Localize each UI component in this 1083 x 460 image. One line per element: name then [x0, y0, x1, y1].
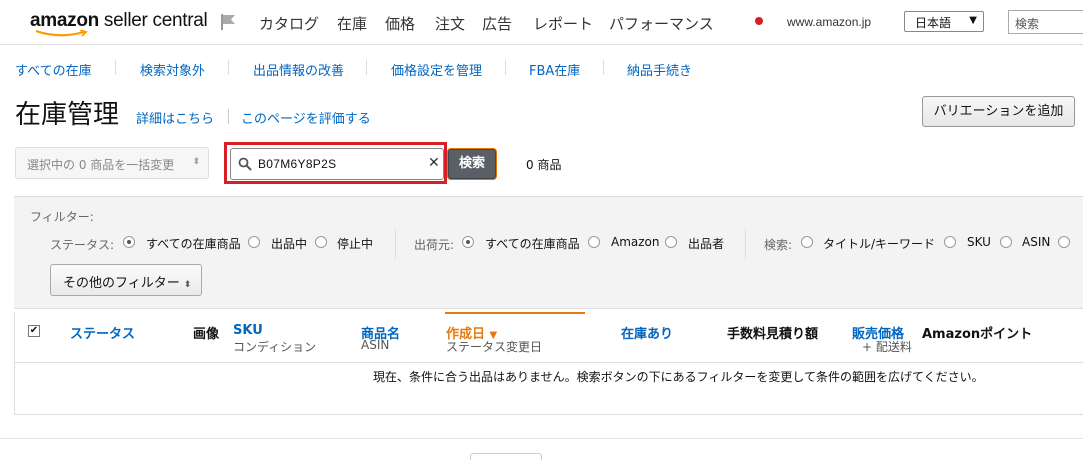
language-select[interactable]: 日本語 ▼ — [904, 11, 984, 32]
bulk-action-label: 選択中の 0 商品を一括変更 — [27, 158, 175, 172]
dropdown-arrow-icon: ▼ — [969, 15, 977, 26]
search-filter-label: 検索: — [764, 238, 793, 252]
status-radio-inactive[interactable] — [315, 236, 327, 248]
select-all-checkbox[interactable]: ✔ — [28, 325, 40, 337]
logo-seller-central-text: seller central — [98, 10, 208, 31]
search-button[interactable]: 検索 — [448, 149, 496, 179]
japan-flag-icon — [752, 14, 766, 28]
rate-page-link[interactable]: このページを評価する — [241, 108, 371, 127]
status-radio-all[interactable] — [123, 236, 135, 248]
subnav-suppressed[interactable]: 検索対象外 — [140, 60, 205, 79]
fulfillment-option-all[interactable]: すべての在庫商品 — [485, 235, 580, 252]
more-filters-button[interactable]: その他のフィルター ⬍ — [50, 264, 202, 296]
column-sku-sub: コンディション — [233, 340, 317, 354]
empty-results-message: 現在、条件に合う出品はありません。検索ボタンの下にあるフィルターを変更して条件の… — [373, 370, 984, 384]
subnav-fix-listings[interactable]: 出品情報の改善 — [253, 60, 344, 79]
nav-advertising[interactable]: 広告 — [482, 13, 512, 34]
column-sku[interactable]: SKU — [233, 323, 263, 338]
fulfillment-option-amazon[interactable]: Amazon — [611, 235, 660, 249]
column-image: 画像 — [193, 327, 220, 342]
search-option-asin[interactable]: ASIN — [1022, 235, 1050, 249]
bulk-action-select[interactable]: 選択中の 0 商品を一括変更 ⬍ — [15, 147, 209, 179]
language-value: 日本語 — [915, 16, 952, 30]
sort-indicator-bar — [445, 312, 585, 314]
clear-icon[interactable]: ✕ — [428, 155, 440, 171]
status-option-inactive[interactable]: 停止中 — [337, 235, 373, 252]
column-fee-estimate: 手数料見積り額 — [727, 327, 819, 342]
nav-pricing[interactable]: 価格 — [385, 13, 415, 34]
status-option-all[interactable]: すべての在庫商品 — [146, 235, 241, 252]
subnav-shipments[interactable]: 納品手続き — [627, 60, 692, 79]
global-search-input[interactable]: 検索 — [1008, 10, 1083, 34]
column-status-change-sub: ステータス変更日 — [446, 340, 543, 354]
learn-more-link[interactable]: 詳細はこちら — [136, 108, 214, 127]
amazon-smile-icon — [35, 30, 88, 37]
column-shipping-sub: + 配送料 — [862, 340, 912, 354]
updown-arrow-icon: ⬍ — [192, 157, 200, 167]
subnav-divider — [366, 60, 367, 75]
status-option-active[interactable]: 出品中 — [271, 235, 307, 252]
more-filters-label: その他のフィルター — [63, 276, 180, 291]
column-asin-sub: ASIN — [361, 338, 390, 352]
footer-divider — [0, 438, 1083, 439]
add-variation-button[interactable]: バリエーションを追加 — [922, 96, 1075, 127]
logo-amazon-text: amazon — [30, 10, 99, 31]
subnav-all-inventory[interactable]: すべての在庫 — [15, 60, 92, 79]
page-title: 在庫管理 — [15, 100, 120, 130]
nav-reports[interactable]: レポート — [533, 13, 593, 34]
filter-divider — [745, 229, 746, 259]
search-option-sku[interactable]: SKU — [967, 235, 991, 249]
seller-central-logo[interactable]: amazon seller central — [30, 10, 208, 32]
search-value: B07M6Y8P2S — [258, 157, 337, 171]
status-radio-active[interactable] — [248, 236, 260, 248]
search-icon — [238, 157, 252, 171]
subnav-divider — [505, 60, 506, 75]
nav-orders[interactable]: 注文 — [435, 13, 465, 34]
nav-inventory[interactable]: 在庫 — [337, 13, 367, 34]
subnav-manage-pricing[interactable]: 価格設定を管理 — [391, 60, 482, 79]
result-count: 0 商品 — [526, 158, 562, 172]
fulfillment-radio-all[interactable] — [462, 236, 474, 248]
fulfillment-radio-merchant[interactable] — [665, 236, 677, 248]
search-radio-title[interactable] — [801, 236, 813, 248]
subnav-divider — [603, 60, 604, 75]
subnav-divider — [228, 60, 229, 75]
column-in-stock[interactable]: 在庫あり — [621, 323, 673, 342]
nav-performance[interactable]: パフォーマンス — [609, 13, 714, 34]
search-radio-extra[interactable] — [1058, 236, 1070, 248]
filter-heading: フィルター: — [30, 210, 94, 224]
filter-divider — [395, 229, 396, 259]
status-filter-label: ステータス: — [50, 238, 115, 252]
column-status[interactable]: ステータス — [70, 323, 135, 342]
updown-arrow-icon: ⬍ — [183, 280, 192, 290]
search-option-title[interactable]: タイトル/キーワード — [823, 235, 935, 252]
fulfillment-option-merchant[interactable]: 出品者 — [688, 235, 724, 252]
nav-catalog[interactable]: カタログ — [259, 13, 319, 34]
search-radio-asin[interactable] — [1000, 236, 1012, 248]
fulfillment-filter-label: 出荷元: — [414, 238, 455, 252]
column-amazon-points: Amazonポイント — [922, 327, 1033, 342]
flag-icon[interactable] — [218, 12, 238, 32]
marketplace-domain[interactable]: www.amazon.jp — [787, 15, 871, 29]
subnav-fba-inventory[interactable]: FBA在庫 — [529, 60, 580, 79]
title-divider — [228, 109, 229, 124]
subnav-divider — [115, 60, 116, 75]
fulfillment-radio-amazon[interactable] — [588, 236, 600, 248]
search-radio-sku[interactable] — [944, 236, 956, 248]
